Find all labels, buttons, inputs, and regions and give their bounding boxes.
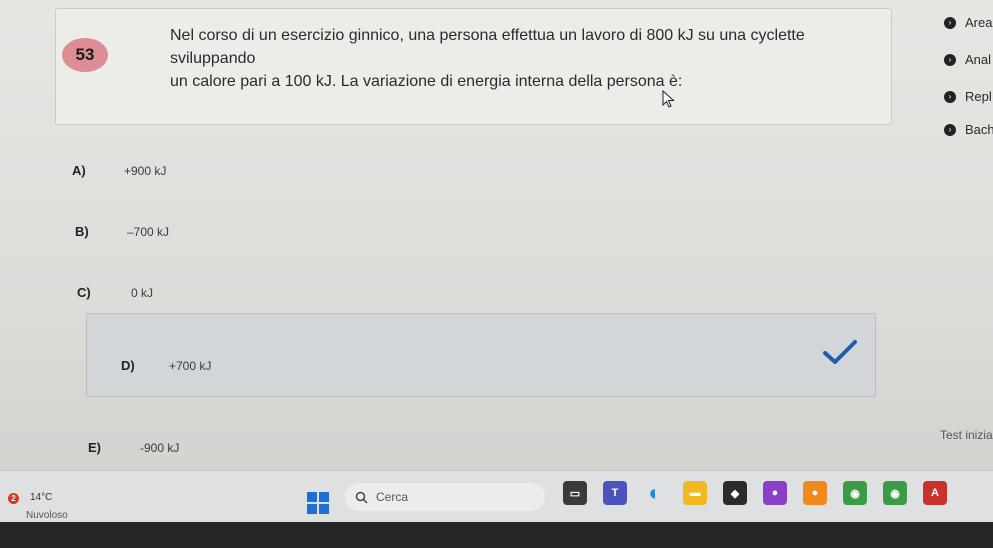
answer-option-e[interactable]: E) -900 kJ [88,440,179,455]
chrome-icon[interactable]: ◉ [843,481,867,505]
quiz-screen: 53 Nel corso di un esercizio ginnico, un… [0,0,993,470]
task-view-icon[interactable]: ▭ [563,481,587,505]
app-icon[interactable]: ● [763,481,787,505]
chevron-right-icon: › [944,90,956,103]
option-letter: D) [121,358,135,373]
side-menu-label: Repl [965,89,992,104]
test-started-label: Test inizia [940,428,993,442]
answer-option-d[interactable]: D) +700 kJ [121,358,211,373]
chrome-profile-icon[interactable]: ◉ [883,481,907,505]
edge-icon[interactable]: ◐ [643,480,667,505]
firefox-icon[interactable]: ● [803,481,827,505]
option-value: –700 kJ [127,224,170,239]
windows-start-icon[interactable] [307,492,329,514]
side-menu-label: Bach [965,122,993,137]
side-menu-item-area[interactable]: › Area [944,15,992,30]
acrobat-icon[interactable]: A [923,481,947,505]
notification-badge: 2 [8,493,19,504]
option-value: +700 kJ [169,358,212,373]
option-value: 0 kJ [131,285,154,300]
windows-taskbar: 2 14°C Nuvoloso Cerca ▭ T ◐ ▬ ◆ ● ● ◉ ◉ … [0,470,993,523]
side-menu-label: Area [965,15,993,30]
side-menu-label: Anal [965,52,992,67]
option-letter: B) [75,224,89,239]
option-value: +900 kJ [124,163,167,178]
chevron-right-icon: › [944,53,956,66]
answer-option-b[interactable]: B) –700 kJ [75,224,169,239]
weather-condition: Nuvoloso [26,510,68,521]
question-line-1: Nel corso di un esercizio ginnico, una p… [170,27,805,67]
side-menu-item-anal[interactable]: › Anal [944,52,991,67]
screen-bezel [0,522,993,548]
chevron-right-icon: › [944,123,956,136]
search-icon [355,491,368,504]
side-menu-item-repl[interactable]: › Repl [944,89,992,104]
file-explorer-icon[interactable]: ▬ [683,481,707,505]
weather-temperature: 14°C [30,492,53,503]
question-text: Nel corso di un esercizio ginnico, una p… [170,24,870,93]
chevron-right-icon: › [944,16,956,29]
question-line-2: un calore pari a 100 kJ. La variazione d… [170,73,683,90]
mouse-cursor-icon [662,90,675,108]
search-label: Cerca [376,490,409,504]
answer-option-a[interactable]: A) +900 kJ [72,163,166,178]
answer-option-d-selected[interactable]: D) +700 kJ [86,313,876,397]
option-value: -900 kJ [140,440,180,455]
side-menu-item-bach[interactable]: › Bach [944,122,993,137]
option-letter: A) [72,163,86,178]
teams-icon[interactable]: T [603,481,627,505]
question-number-badge: 53 [62,38,108,72]
option-letter: E) [88,440,101,455]
checkmark-icon [823,340,857,364]
store-icon[interactable]: ◆ [723,481,747,505]
answer-option-c[interactable]: C) 0 kJ [77,285,153,300]
option-letter: C) [77,285,91,300]
taskbar-search[interactable]: Cerca [345,483,545,511]
